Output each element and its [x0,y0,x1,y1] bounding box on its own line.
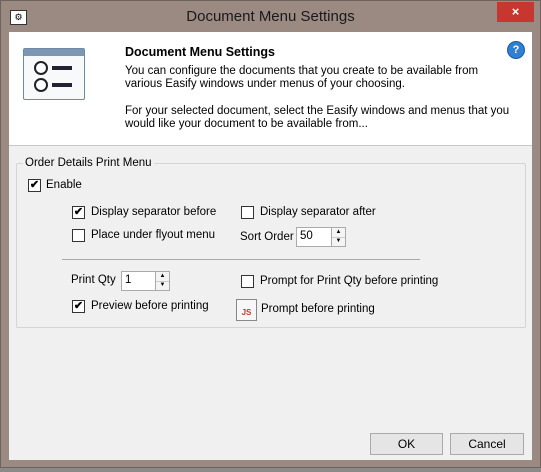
prompt-print-qty-checkbox[interactable] [241,275,254,288]
display-separator-before-checkbox[interactable]: ✔ [72,206,85,219]
sort-order-stepper[interactable]: 50 ▲ ▼ [296,227,346,247]
preview-before-printing-checkbox[interactable]: ✔ [72,300,85,313]
window-title: Document Menu Settings [186,8,355,25]
prompt-print-qty-label: Prompt for Print Qty before printing [260,275,439,287]
sort-order-down-icon[interactable]: ▼ [332,237,345,246]
dialog-body: Document Menu Settings You can configure… [9,32,532,460]
header-description-2: For your selected document, select the E… [125,105,510,130]
display-separator-after-label: Display separator after [260,206,376,218]
close-button[interactable]: × [497,2,534,22]
place-under-flyout-checkbox[interactable] [72,229,85,242]
display-separator-before-label: Display separator before [91,206,217,218]
settings-window-icon [23,48,85,100]
enable-label: Enable [46,179,82,191]
help-icon[interactable]: ? [507,41,525,59]
enable-checkbox[interactable]: ✔ [28,179,41,192]
ok-button[interactable]: OK [370,433,443,455]
divider [62,259,420,260]
print-qty-stepper[interactable]: 1 ▲ ▼ [121,271,170,291]
print-qty-label: Print Qty [71,274,116,286]
dialog-window: ⚙ Document Menu Settings × Document Menu… [0,0,541,468]
header-title: Document Menu Settings [125,45,276,59]
javascript-script-icon[interactable]: JS [236,299,257,321]
title-bar[interactable]: ⚙ Document Menu Settings × [1,1,540,32]
cancel-button[interactable]: Cancel [450,433,524,455]
header-panel: Document Menu Settings You can configure… [9,32,532,146]
sort-order-label: Sort Order [240,231,294,243]
sort-order-value: 50 [300,230,313,242]
print-qty-value: 1 [125,274,132,286]
print-qty-down-icon[interactable]: ▼ [156,281,169,290]
place-under-flyout-label: Place under flyout menu [91,229,216,241]
prompt-before-printing-label: Prompt before printing [261,303,375,315]
group-legend: Order Details Print Menu [23,157,154,169]
header-description-1: You can configure the documents that you… [125,65,479,90]
preview-before-printing-label: Preview before printing [91,300,209,312]
display-separator-after-checkbox[interactable] [241,206,254,219]
